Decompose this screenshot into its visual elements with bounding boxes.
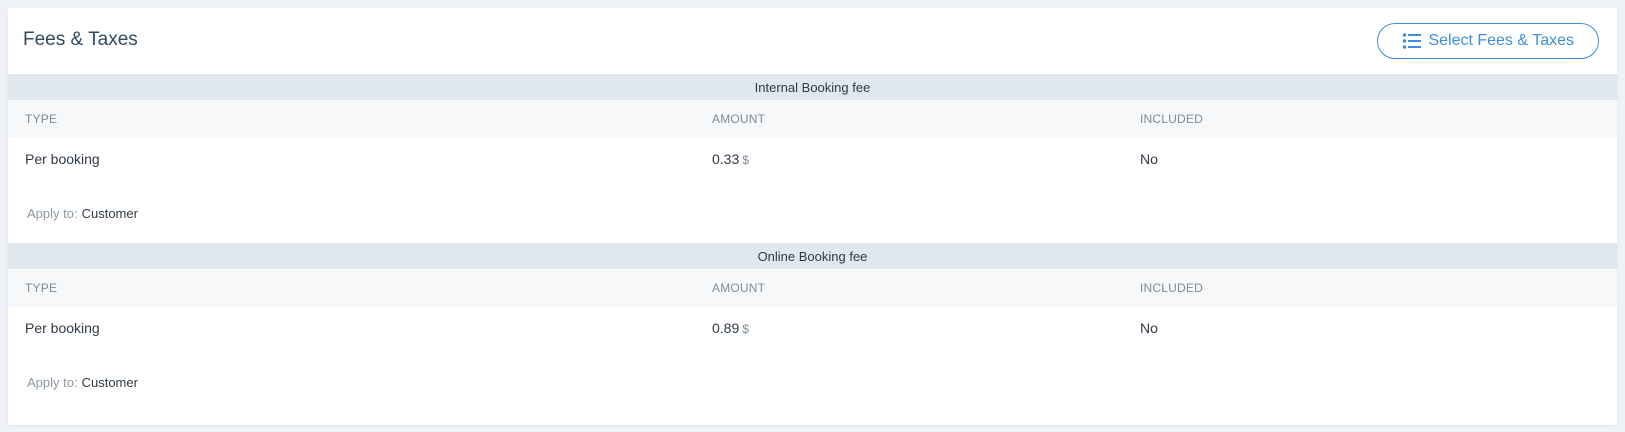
currency-symbol: $ <box>742 153 749 167</box>
apply-to-value: Customer <box>81 206 138 221</box>
fee-amount: 0.89 <box>712 320 740 336</box>
fee-table-header: TYPE AMOUNT INCLUDED <box>8 269 1617 307</box>
fee-included: No <box>1140 320 1158 336</box>
column-header-type: TYPE <box>25 281 58 295</box>
fee-name: Internal Booking fee <box>8 74 1617 100</box>
fee-amount-cell: 0.33 $ <box>712 151 1140 167</box>
select-fees-taxes-button[interactable]: Select Fees & Taxes <box>1377 23 1599 59</box>
apply-to-value: Customer <box>81 375 138 390</box>
column-header-included: INCLUDED <box>1140 112 1203 126</box>
table-row: Per booking 0.33 $ No <box>8 138 1617 180</box>
table-row: Per booking 0.89 $ No <box>8 307 1617 349</box>
fees-taxes-card: Fees & Taxes Select Fees & Taxes Interna… <box>8 8 1617 425</box>
fee-included: No <box>1140 151 1158 167</box>
apply-to: Apply to: Customer <box>8 349 1617 412</box>
list-icon <box>1402 32 1422 50</box>
fee-section: Online Booking fee TYPE AMOUNT INCLUDED … <box>8 243 1617 412</box>
apply-to-label: Apply to: <box>27 206 78 221</box>
apply-to-label: Apply to: <box>27 375 78 390</box>
column-header-type: TYPE <box>25 112 58 126</box>
currency-symbol: $ <box>742 322 749 336</box>
apply-to: Apply to: Customer <box>8 180 1617 243</box>
fee-section: Internal Booking fee TYPE AMOUNT INCLUDE… <box>8 74 1617 243</box>
card-header: Fees & Taxes Select Fees & Taxes <box>8 8 1617 74</box>
select-fees-taxes-label: Select Fees & Taxes <box>1428 32 1574 49</box>
fee-type: Per booking <box>25 320 100 336</box>
fee-amount-cell: 0.89 $ <box>712 320 1140 336</box>
fee-amount: 0.33 <box>712 151 740 167</box>
column-header-included: INCLUDED <box>1140 281 1203 295</box>
column-header-amount: AMOUNT <box>712 112 766 126</box>
fee-table-header: TYPE AMOUNT INCLUDED <box>8 100 1617 138</box>
fee-name: Online Booking fee <box>8 243 1617 269</box>
column-header-amount: AMOUNT <box>712 281 766 295</box>
fee-type: Per booking <box>25 151 100 167</box>
page-title: Fees & Taxes <box>23 29 138 50</box>
